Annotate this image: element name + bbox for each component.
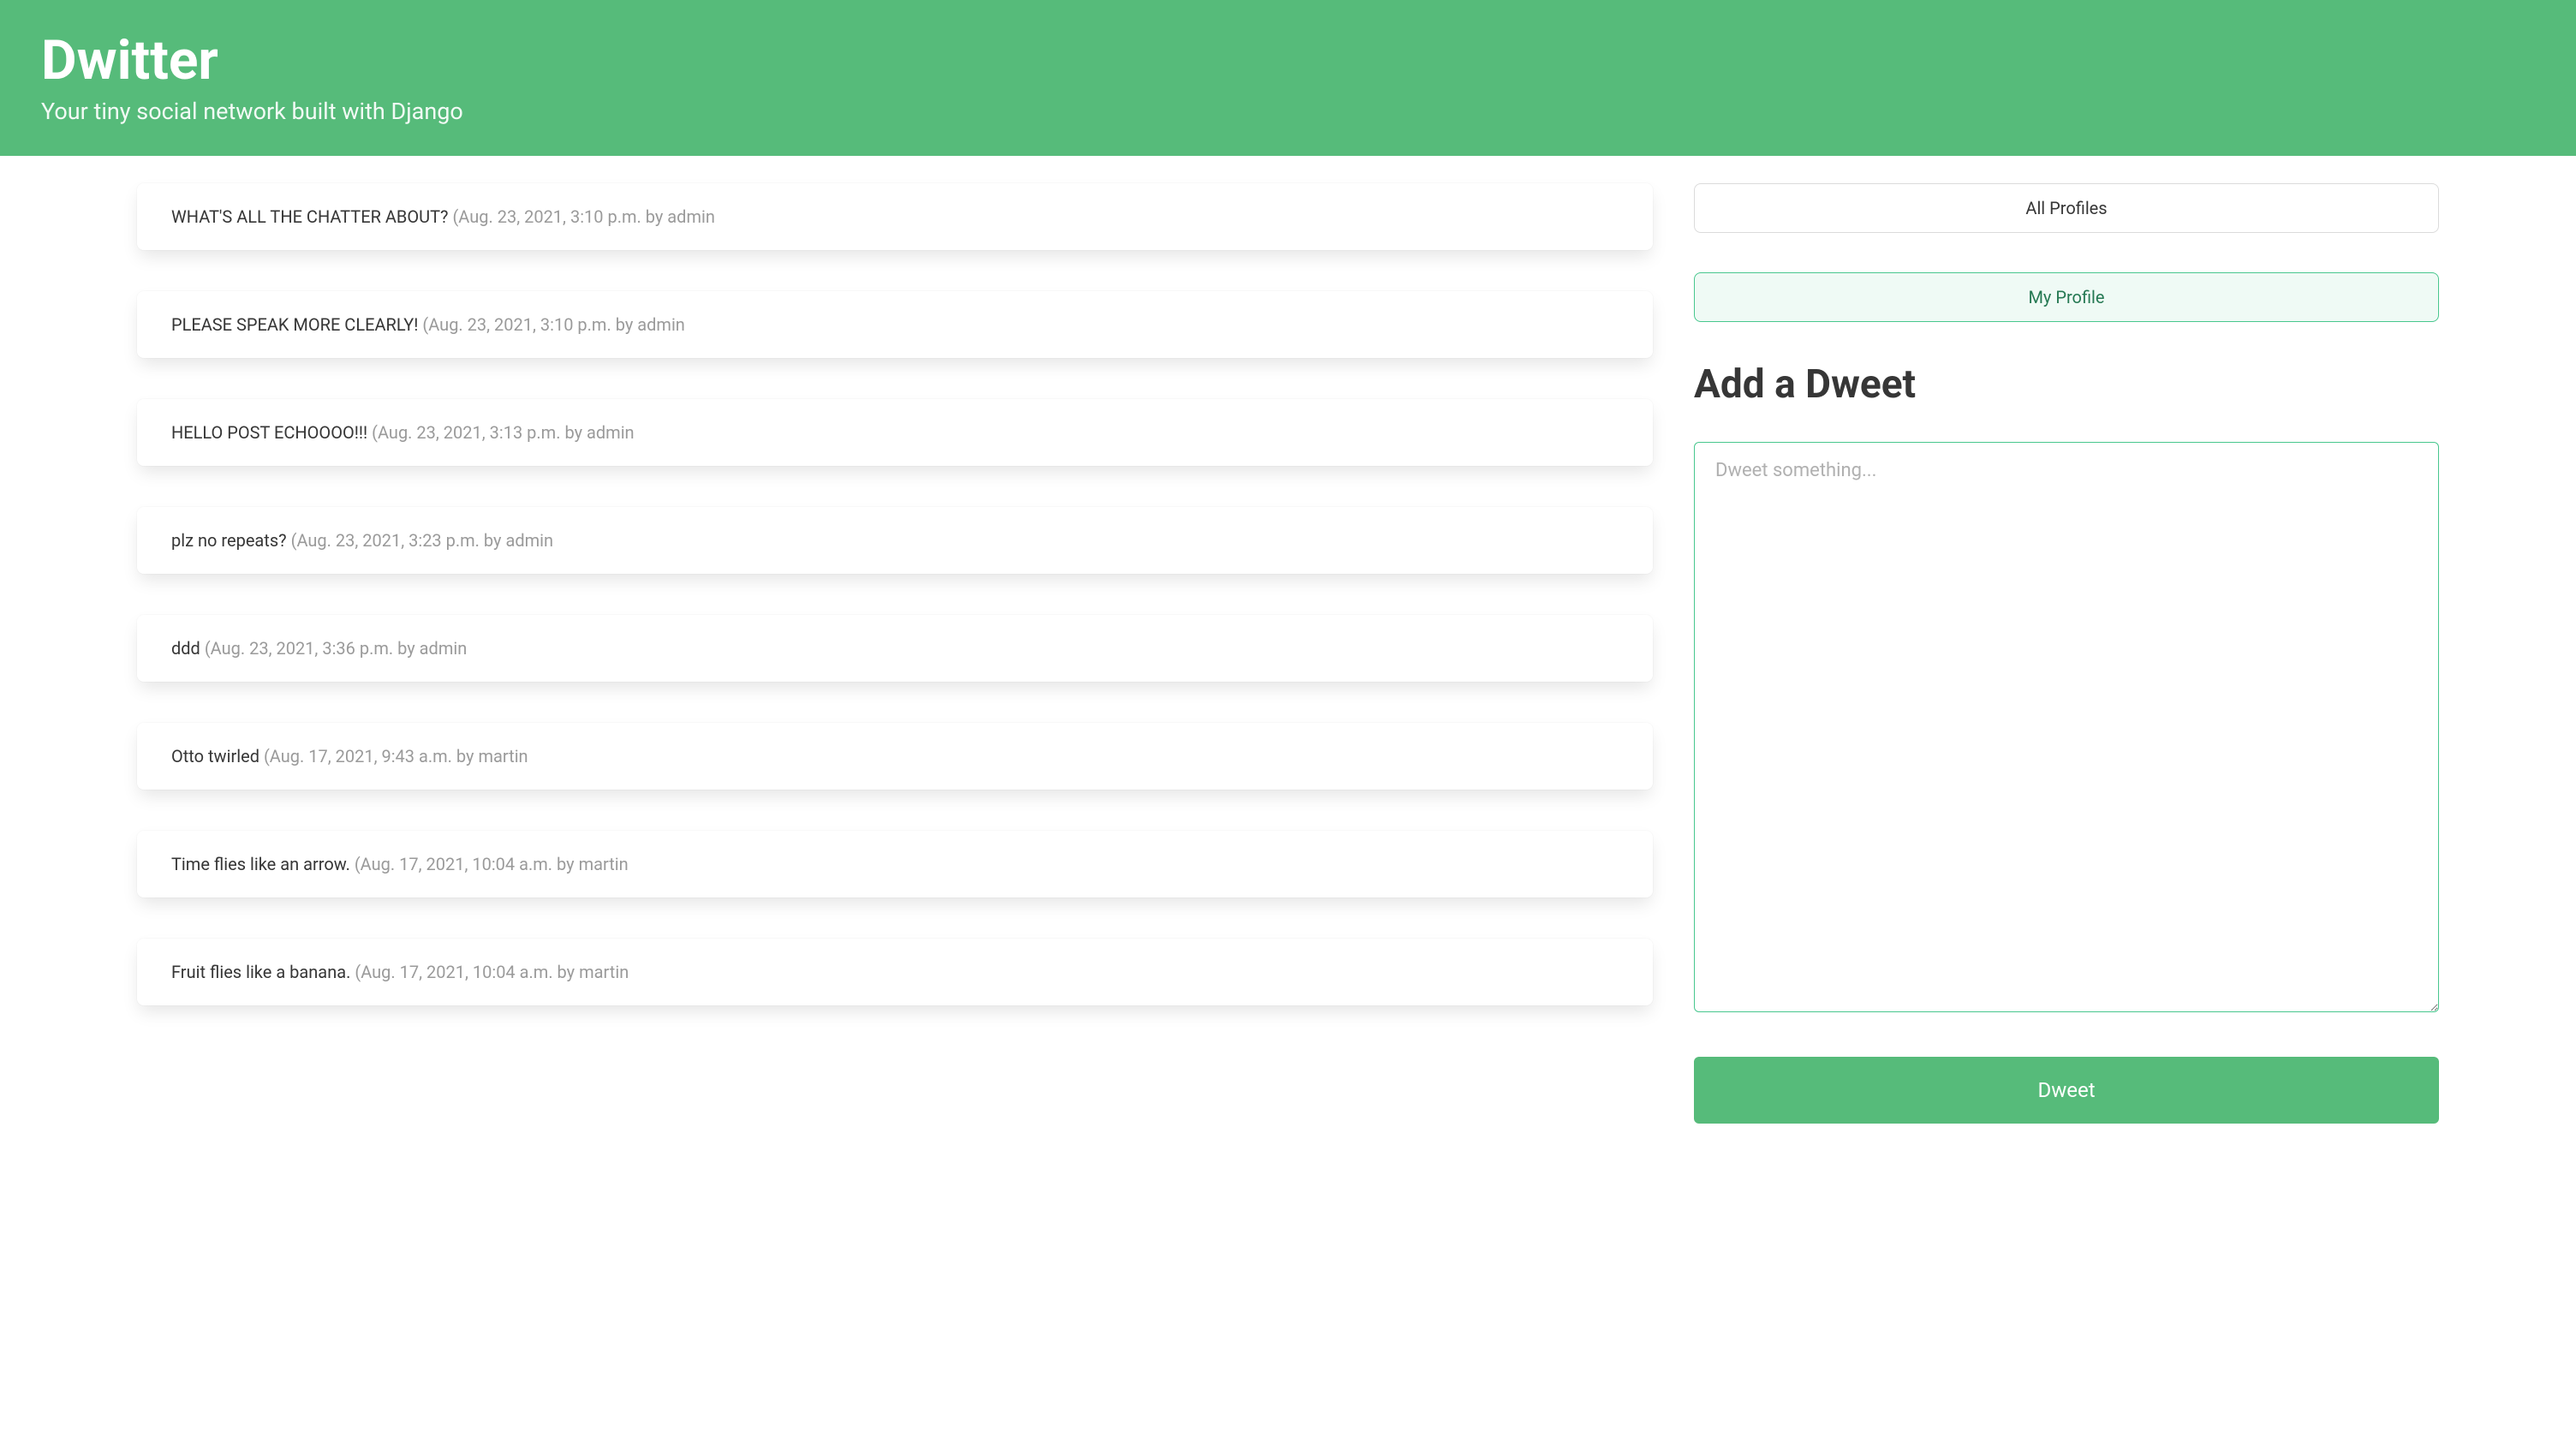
dweet-meta: (Aug. 17, 2021, 10:04 a.m. by martin xyxy=(355,962,629,982)
dweet-meta: (Aug. 23, 2021, 3:23 p.m. by admin xyxy=(291,530,553,551)
dweet-feed: WHAT'S ALL THE CHATTER ABOUT? (Aug. 23, … xyxy=(137,183,1653,1163)
dweet-body: PLEASE SPEAK MORE CLEARLY! xyxy=(171,314,422,335)
dweet-card: Otto twirled (Aug. 17, 2021, 9:43 a.m. b… xyxy=(137,723,1653,790)
add-dweet-title: Add a Dweet xyxy=(1694,361,2439,408)
my-profile-button[interactable]: My Profile xyxy=(1694,272,2439,322)
dweet-meta: (Aug. 17, 2021, 9:43 a.m. by martin xyxy=(264,746,528,766)
dweet-meta: (Aug. 23, 2021, 3:10 p.m. by admin xyxy=(452,206,714,227)
dweet-meta: (Aug. 17, 2021, 10:04 a.m. by martin xyxy=(355,854,629,874)
dweet-card: Time flies like an arrow. (Aug. 17, 2021… xyxy=(137,831,1653,897)
dweet-body: Otto twirled xyxy=(171,746,264,766)
dweet-card: ddd (Aug. 23, 2021, 3:36 p.m. by admin xyxy=(137,615,1653,682)
dweet-body: Fruit flies like a banana. xyxy=(171,962,355,982)
dweet-body: plz no repeats? xyxy=(171,530,291,551)
dweet-card: plz no repeats? (Aug. 23, 2021, 3:23 p.m… xyxy=(137,507,1653,574)
dweet-card: Fruit flies like a banana. (Aug. 17, 202… xyxy=(137,939,1653,1005)
dweet-meta: (Aug. 23, 2021, 3:13 p.m. by admin xyxy=(372,422,634,443)
app-title: Dwitter xyxy=(41,31,2535,91)
dweet-body: HELLO POST ECHOOOO!!! xyxy=(171,422,372,443)
sidebar: All Profiles My Profile Add a Dweet Dwee… xyxy=(1694,183,2439,1163)
dweet-meta: (Aug. 23, 2021, 3:36 p.m. by admin xyxy=(205,638,467,659)
hero-banner: Dwitter Your tiny social network built w… xyxy=(0,0,2576,156)
dweet-card: WHAT'S ALL THE CHATTER ABOUT? (Aug. 23, … xyxy=(137,183,1653,250)
dweet-body: WHAT'S ALL THE CHATTER ABOUT? xyxy=(171,206,452,227)
app-subtitle: Your tiny social network built with Djan… xyxy=(41,98,2535,125)
dweet-submit-button[interactable]: Dweet xyxy=(1694,1057,2439,1124)
dweet-card: PLEASE SPEAK MORE CLEARLY! (Aug. 23, 202… xyxy=(137,291,1653,358)
dweet-textarea[interactable] xyxy=(1694,442,2439,1012)
all-profiles-button[interactable]: All Profiles xyxy=(1694,183,2439,233)
dweet-meta: (Aug. 23, 2021, 3:10 p.m. by admin xyxy=(422,314,684,335)
main-container: WHAT'S ALL THE CHATTER ABOUT? (Aug. 23, … xyxy=(0,156,2576,1214)
dweet-body: ddd xyxy=(171,638,205,659)
dweet-card: HELLO POST ECHOOOO!!! (Aug. 23, 2021, 3:… xyxy=(137,399,1653,466)
dweet-body: Time flies like an arrow. xyxy=(171,854,355,874)
